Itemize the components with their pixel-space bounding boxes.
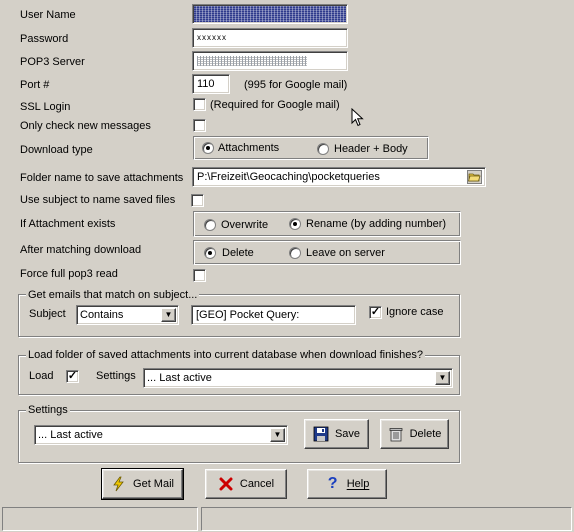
radio-rename[interactable] [289, 218, 301, 230]
leave-option-label: Leave on server [306, 247, 385, 259]
cancel-button[interactable]: Cancel [205, 469, 287, 499]
ignore-case-checkbox[interactable]: ✓ [369, 306, 382, 319]
load-settings-label: Settings [96, 370, 136, 382]
get-mail-button[interactable]: Get Mail [101, 468, 184, 500]
lightning-icon [111, 476, 127, 492]
download-type-label: Download type [20, 144, 93, 156]
pop3-server-label: POP3 Server [20, 56, 85, 68]
load-label: Load [29, 370, 54, 382]
delete-settings-button[interactable]: Delete [380, 419, 449, 449]
help-button[interactable]: ? Help [307, 469, 387, 499]
use-subject-checkbox[interactable] [191, 194, 204, 207]
subject-match-group-title: Get emails that match on subject... [26, 289, 200, 301]
ssl-login-checkbox[interactable] [193, 98, 206, 111]
if-attachment-exists-label: If Attachment exists [20, 218, 116, 230]
chevron-down-icon[interactable]: ▼ [435, 371, 450, 385]
attachments-option-label: Attachments [218, 142, 280, 154]
pop3-server-input[interactable] [192, 51, 348, 71]
folder-browse-icon[interactable] [467, 170, 482, 184]
subject-match-select[interactable]: Contains ▼ [76, 305, 179, 325]
port-label: Port # [20, 79, 50, 91]
subject-match-value: Contains [80, 309, 124, 321]
port-input[interactable]: 110 [192, 74, 230, 94]
red-x-icon [218, 476, 234, 492]
help-label: Help [346, 478, 370, 490]
settings-select[interactable]: ... Last active ▼ [34, 425, 288, 445]
radio-overwrite[interactable] [204, 219, 216, 231]
after-matching-download-label: After matching download [20, 244, 142, 256]
force-full-pop3-checkbox[interactable] [193, 269, 206, 282]
folder-path-input[interactable]: P:\Freizeit\Geocaching\pocketqueries [192, 167, 486, 187]
status-bar-panel-2 [201, 507, 572, 531]
delete-option-label: Delete [222, 247, 254, 259]
radio-delete[interactable] [204, 247, 216, 259]
load-checkbox[interactable]: ✓ [66, 370, 79, 383]
mouse-pointer-icon [351, 108, 364, 127]
rename-option-label: Rename (by adding number) [306, 218, 447, 230]
radio-attachments[interactable] [202, 142, 214, 154]
radio-leave-on-server[interactable] [289, 247, 301, 259]
delete-settings-label: Delete [409, 428, 442, 440]
cancel-label: Cancel [239, 478, 275, 490]
use-subject-label: Use subject to name saved files [20, 194, 176, 206]
port-hint: (995 for Google mail) [244, 79, 348, 91]
load-folder-group-title: Load folder of saved attachments into cu… [26, 349, 426, 361]
save-settings-button[interactable]: Save [304, 419, 369, 449]
subject-label: Subject [29, 308, 66, 320]
user-name-input[interactable] [192, 4, 348, 24]
ignore-case-label: Ignore case [386, 306, 444, 318]
password-input[interactable]: xxxxxx [192, 28, 348, 48]
floppy-disk-icon [313, 426, 329, 442]
load-settings-select[interactable]: ... Last active ▼ [143, 368, 453, 388]
settings-value: ... Last active [38, 429, 103, 441]
subject-text-input[interactable]: [GEO] Pocket Query: [191, 305, 356, 325]
question-mark-icon: ? [327, 475, 338, 492]
status-bar-panel-1 [2, 507, 198, 531]
chevron-down-icon[interactable]: ▼ [161, 308, 176, 322]
only-check-new-label: Only check new messages [20, 120, 151, 132]
ssl-hint: (Required for Google mail) [210, 99, 340, 111]
folder-name-label: Folder name to save attachments [20, 172, 184, 184]
password-label: Password [20, 33, 69, 45]
ssl-login-label: SSL Login [20, 101, 71, 113]
only-check-new-checkbox[interactable] [193, 119, 206, 132]
radio-header-body[interactable] [317, 143, 329, 155]
load-settings-value: ... Last active [147, 372, 212, 384]
user-name-label: User Name [20, 9, 76, 21]
settings-group-title: Settings [26, 404, 70, 416]
header-body-option-label: Header + Body [334, 143, 408, 155]
trash-can-icon [388, 426, 404, 442]
get-mail-label: Get Mail [133, 478, 174, 490]
chevron-down-icon[interactable]: ▼ [270, 428, 285, 442]
overwrite-option-label: Overwrite [221, 219, 269, 231]
force-full-pop3-label: Force full pop3 read [20, 268, 118, 280]
save-settings-label: Save [334, 428, 361, 440]
